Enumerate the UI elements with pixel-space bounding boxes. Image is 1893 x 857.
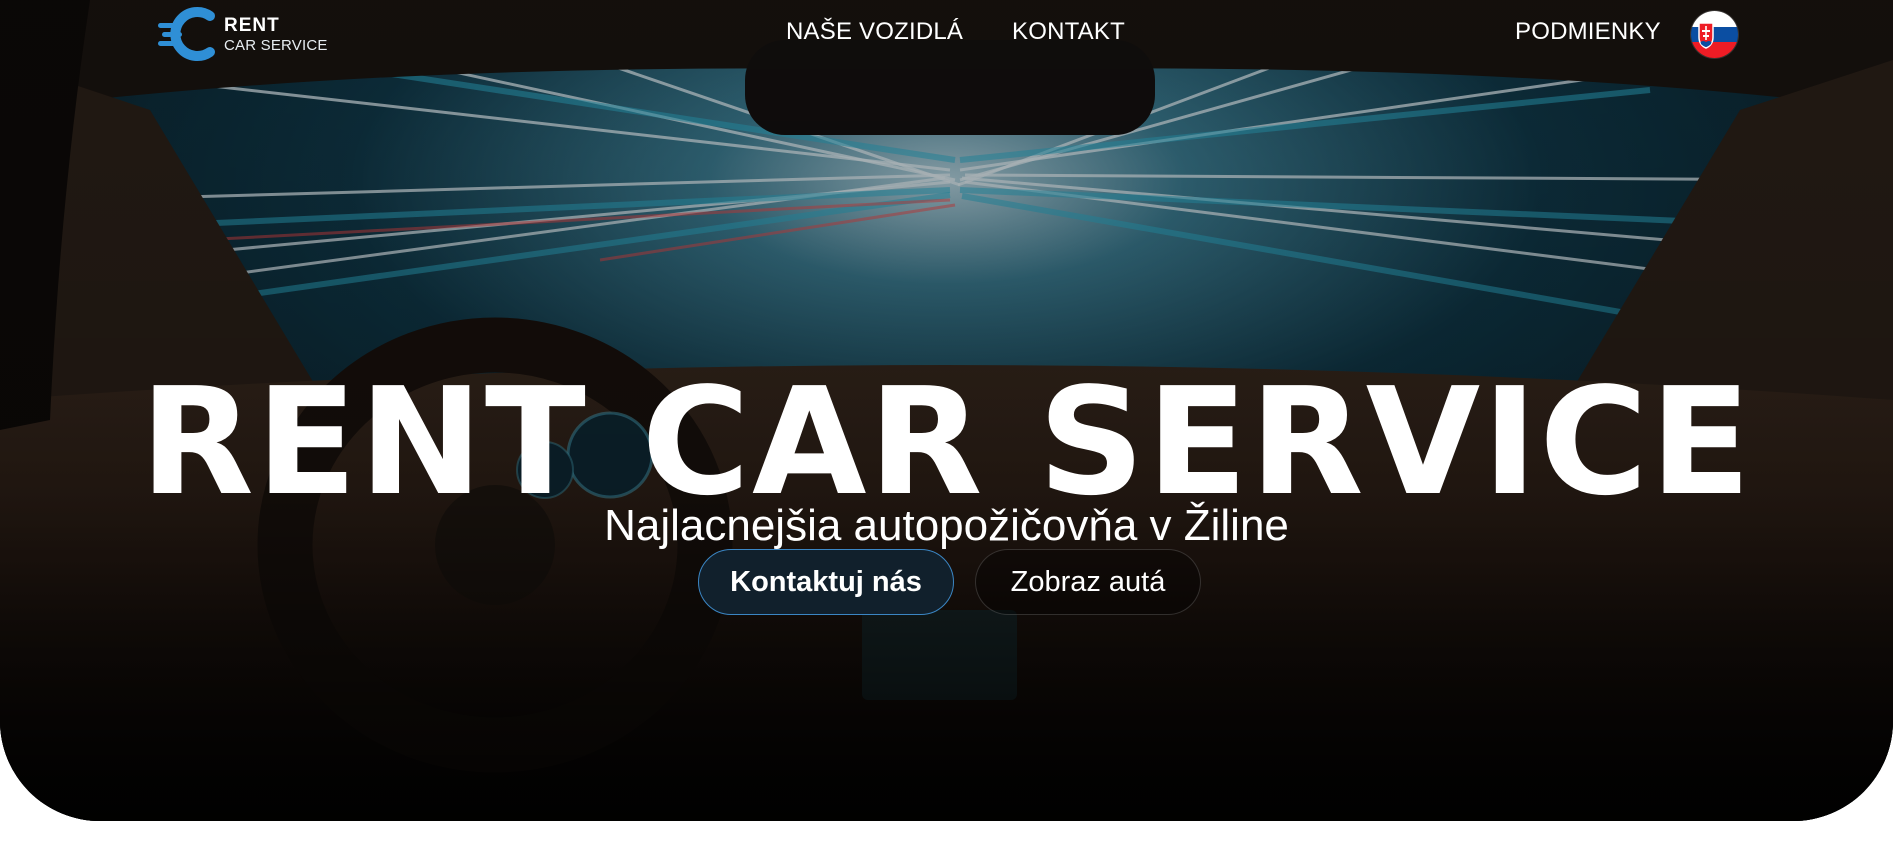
hero-title: RENT CAR SERVICE bbox=[139, 356, 1754, 529]
nav-link-terms[interactable]: PODMIENKY bbox=[1515, 18, 1661, 46]
logo-c-icon bbox=[158, 7, 215, 61]
nav-link-vehicles[interactable]: NAŠE VOZIDLÁ bbox=[786, 18, 963, 46]
show-cars-button[interactable]: Zobraz autá bbox=[975, 549, 1201, 615]
logo-text: RENT CAR SERVICE bbox=[224, 16, 328, 53]
nav-link-contact[interactable]: KONTAKT bbox=[1012, 18, 1125, 46]
logo-rent-text: RENT bbox=[224, 14, 280, 36]
hero-subtitle: Najlacnejšia autopožičovňa v Žiline bbox=[604, 501, 1289, 550]
hero-section: RENT CAR SERVICE NAŠE VOZIDLÁ KONTAKT PO… bbox=[0, 0, 1893, 821]
site-logo[interactable]: RENT CAR SERVICE bbox=[158, 4, 328, 64]
logo-subtitle-text: CAR SERVICE bbox=[224, 36, 328, 54]
contact-us-button[interactable]: Kontaktuj nás bbox=[698, 549, 954, 615]
slovakia-flag-icon[interactable] bbox=[1691, 11, 1738, 58]
top-navigation: RENT CAR SERVICE NAŠE VOZIDLÁ KONTAKT PO… bbox=[0, 0, 1893, 68]
